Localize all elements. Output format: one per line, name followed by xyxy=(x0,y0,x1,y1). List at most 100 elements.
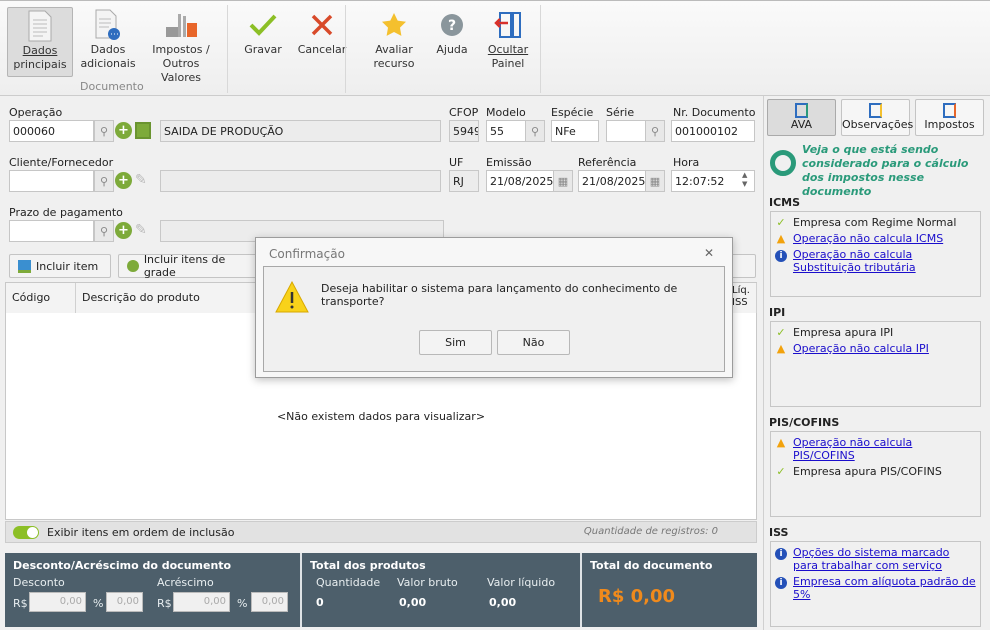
add-icon[interactable]: + xyxy=(115,172,132,189)
incluir-itens-grade-button[interactable]: Incluir itens de grade xyxy=(118,253,268,279)
calendar-icon[interactable]: ▦ xyxy=(553,170,573,192)
ribbon-toolbar: Dados principais Dados adicionais Impost… xyxy=(0,0,990,96)
status-item[interactable]: ▲ Operação não calcula PIS/COFINS xyxy=(774,436,977,462)
time-spinner[interactable]: ▲ ▼ xyxy=(742,171,747,189)
status-item: ✓ Empresa com Regime Normal xyxy=(774,216,977,229)
info-icon: i xyxy=(774,575,788,589)
section-box: ✓ Empresa apura IPI ▲ Operação não calcula … xyxy=(770,321,981,407)
totals-bar: Desconto/Acréscimo do documento Desconto… xyxy=(5,553,757,627)
emissao-label: Emissão xyxy=(486,156,532,169)
search-icon[interactable]: ⚲ xyxy=(94,170,114,192)
percent-label: % xyxy=(93,597,104,610)
add-icon[interactable]: + xyxy=(115,122,132,139)
status-item[interactable]: i Operação não calcula Substituição tribu… xyxy=(774,248,977,274)
operacao-description: SAIDA DE PRODUÇÃO xyxy=(160,120,441,142)
grid-footer: Exibir itens em ordem de inclusão Quanti… xyxy=(5,521,757,543)
status-item[interactable]: ▲ Operação não calcula IPI xyxy=(774,342,977,355)
especie-label: Espécie xyxy=(551,106,594,119)
status-item[interactable]: i Empresa com alíquota padrão de 5% xyxy=(774,575,977,601)
search-icon[interactable]: ⚲ xyxy=(94,120,114,142)
label: Incluir itens de grade xyxy=(143,253,226,279)
label: recurso xyxy=(373,57,415,70)
help-icon: ? xyxy=(432,7,472,43)
close-icon[interactable]: ✕ xyxy=(704,246,714,260)
status-link[interactable]: Operação não calcula PIS/COFINS xyxy=(793,436,977,462)
label: Dados xyxy=(90,43,126,56)
search-icon[interactable]: ⚲ xyxy=(645,120,665,142)
emissao-input[interactable]: 21/08/2025 xyxy=(486,170,554,192)
dados-principais-button[interactable]: Dados principais xyxy=(7,7,73,77)
taxes-icon xyxy=(943,103,956,118)
toggle-label: Exibir itens em ordem de inclusão xyxy=(47,526,235,539)
operacao-label: Operação xyxy=(9,106,63,119)
status-link[interactable]: Opções do sistema marcado para trabalhar… xyxy=(793,546,977,572)
ocultar-painel-button[interactable]: Ocultar Painel xyxy=(485,7,531,77)
cliente-description xyxy=(160,170,441,192)
warning-icon: ▲ xyxy=(776,436,786,449)
gravar-button[interactable]: Gravar xyxy=(240,7,286,77)
check-icon: ✓ xyxy=(776,326,786,339)
impostos-outros-valores-button[interactable]: Impostos / Outros Valores xyxy=(142,7,220,84)
modelo-input[interactable]: 55 xyxy=(486,120,526,142)
tab-ava[interactable]: AVA xyxy=(767,99,836,136)
status-link[interactable]: Operação não calcula Substituição tribut… xyxy=(793,248,977,274)
order-toggle[interactable] xyxy=(13,526,39,539)
info-icon: i xyxy=(774,248,788,262)
sim-button[interactable]: Sim xyxy=(419,330,492,355)
acrescimo-label: Acréscimo xyxy=(157,576,214,589)
label: Painel xyxy=(491,57,525,70)
ava-icon xyxy=(795,103,808,118)
acrescimo-rs-input[interactable]: 0,00 xyxy=(173,592,230,612)
section-title-icms: ICMS xyxy=(769,196,801,209)
warning-icon: ▲ xyxy=(776,342,786,355)
warning-icon: ▲ xyxy=(776,232,786,245)
acrescimo-pct-input[interactable]: 0,00 xyxy=(251,592,288,612)
section-box: ▲ Operação não calcula PIS/COFINS ✓ Empresa… xyxy=(770,431,981,517)
label: ISS xyxy=(732,297,748,308)
status-item[interactable]: ▲ Operação não calcula ICMS xyxy=(774,232,977,245)
record-count: Quantidade de registros: 0 xyxy=(583,526,718,537)
status-text: Empresa apura PIS/COFINS xyxy=(793,465,942,478)
add-icon[interactable]: + xyxy=(115,222,132,239)
tab-observacoes[interactable]: Observações xyxy=(841,99,913,136)
label: adicionais xyxy=(80,57,136,70)
document-more-icon xyxy=(80,7,136,43)
view-search-icon[interactable] xyxy=(135,122,151,139)
cliente-label: Cliente/Fornecedor xyxy=(9,156,114,169)
edit-icon[interactable]: ✎ xyxy=(135,222,147,238)
column-header-codigo[interactable]: Código xyxy=(6,283,76,313)
serie-input[interactable] xyxy=(606,120,646,142)
cancelar-button[interactable]: Cancelar xyxy=(295,7,349,77)
referencia-input[interactable]: 21/08/2025 xyxy=(578,170,646,192)
status-link[interactable]: Operação não calcula ICMS xyxy=(793,232,943,245)
products-total-section: Total dos produtos Quantidade Valor brut… xyxy=(302,553,582,627)
desconto-pct-input[interactable]: 0,00 xyxy=(106,592,143,612)
avaliar-recurso-button[interactable]: Avaliar recurso xyxy=(368,7,420,77)
empty-message: <Não existem dados para visualizar> xyxy=(276,410,486,423)
nr-documento-input[interactable]: 001000102 xyxy=(671,120,755,142)
search-icon[interactable]: ⚲ xyxy=(525,120,545,142)
operacao-input[interactable]: 000060 xyxy=(9,120,94,142)
dados-adicionais-button[interactable]: Dados adicionais xyxy=(80,7,136,77)
especie-input[interactable]: NFe xyxy=(551,120,599,142)
quantidade-value: 0 xyxy=(316,596,324,609)
ajuda-button[interactable]: ? Ajuda xyxy=(432,7,472,77)
dialog-body: Deseja habilitar o sistema para lançamen… xyxy=(263,266,725,372)
label: Dados xyxy=(22,44,58,57)
section-box: i Opções do sistema marcado para trabalha… xyxy=(770,541,981,627)
status-link[interactable]: Empresa com alíquota padrão de 5% xyxy=(793,575,977,601)
incluir-item-button[interactable]: Incluir item xyxy=(9,254,111,278)
desconto-rs-input[interactable]: 0,00 xyxy=(29,592,86,612)
divider xyxy=(345,5,346,93)
edit-icon[interactable]: ✎ xyxy=(135,172,147,188)
desconto-label: Desconto xyxy=(13,576,65,589)
dialog-title: Confirmação xyxy=(269,247,345,261)
cliente-input[interactable] xyxy=(9,170,94,192)
nao-button[interactable]: Não xyxy=(497,330,570,355)
status-link[interactable]: Operação não calcula IPI xyxy=(793,342,929,355)
prazo-input[interactable] xyxy=(9,220,94,242)
calendar-icon[interactable]: ▦ xyxy=(645,170,665,192)
status-item[interactable]: i Opções do sistema marcado para trabalha… xyxy=(774,546,977,572)
search-icon[interactable]: ⚲ xyxy=(94,220,114,242)
tab-impostos[interactable]: Impostos xyxy=(915,99,984,136)
